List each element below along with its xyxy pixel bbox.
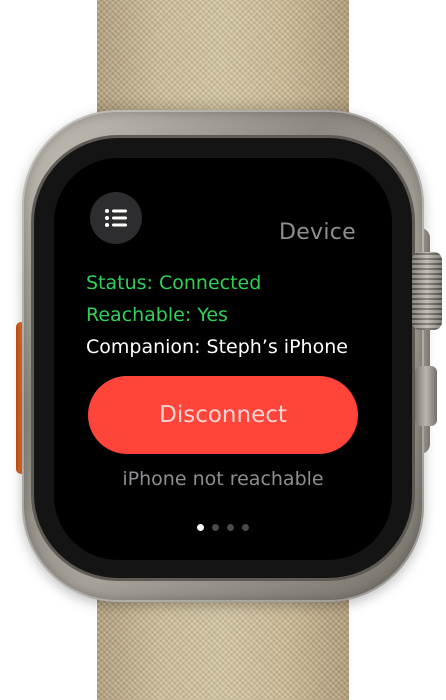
disconnect-button[interactable]: Disconnect xyxy=(88,376,358,454)
companion-text: Companion: Steph’s iPhone xyxy=(86,336,348,358)
watch-screen: Device Status: Connected Reachable: Yes … xyxy=(54,158,392,560)
page-dot-4 xyxy=(242,524,249,531)
side-button[interactable] xyxy=(415,366,437,426)
page-title: Device xyxy=(278,220,356,245)
page-dot-3 xyxy=(227,524,234,531)
status-text: Status: Connected xyxy=(86,272,262,294)
page-dot-2 xyxy=(212,524,219,531)
reachable-text: Reachable: Yes xyxy=(86,304,228,326)
watch-device-mockup: Device Status: Connected Reachable: Yes … xyxy=(0,0,446,700)
reachability-note: iPhone not reachable xyxy=(122,468,324,490)
page-indicator xyxy=(54,524,392,531)
page-dot-1 xyxy=(197,524,204,531)
list-icon xyxy=(105,209,127,227)
digital-crown[interactable] xyxy=(412,252,442,330)
menu-button[interactable] xyxy=(90,192,142,244)
